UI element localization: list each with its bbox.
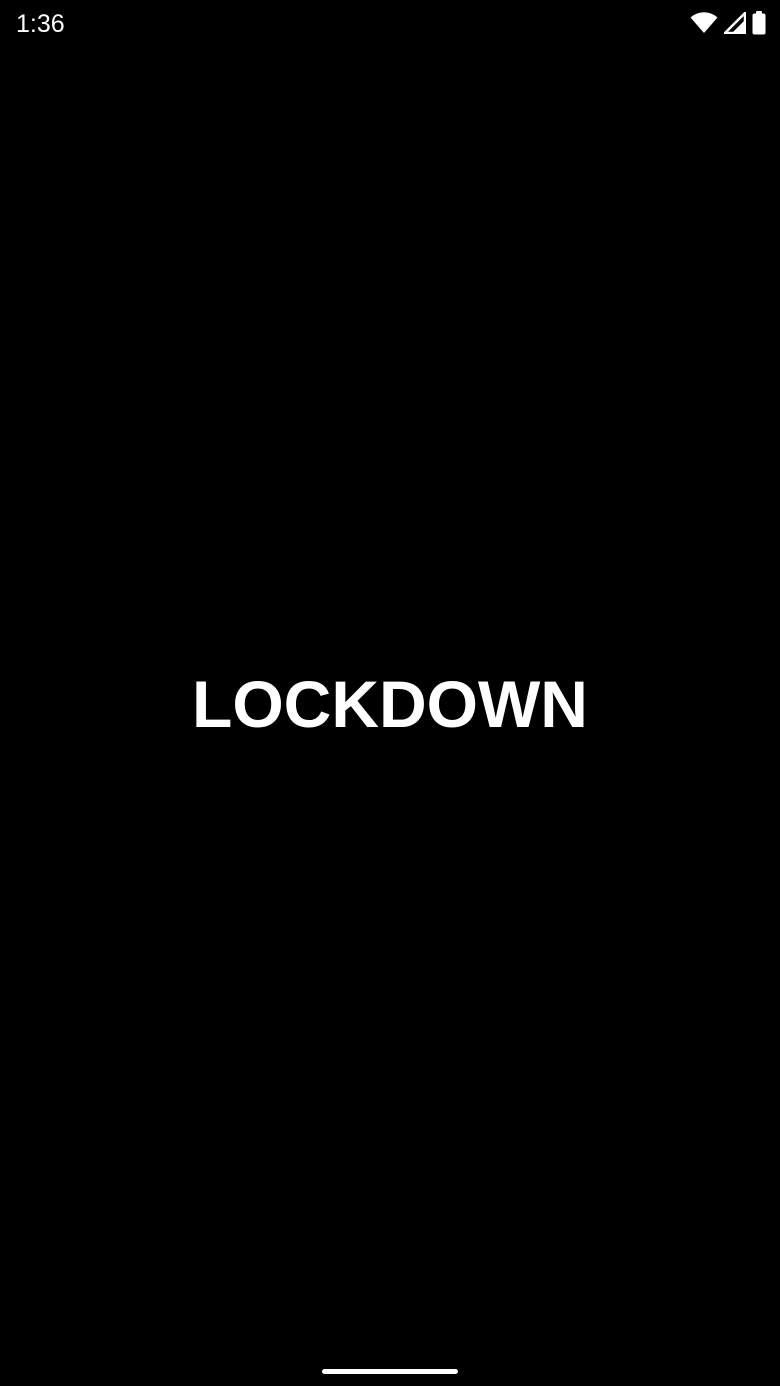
gesture-navigation-handle[interactable] bbox=[322, 1369, 458, 1374]
app-title: LOCKDOWN bbox=[192, 667, 588, 741]
status-icons bbox=[690, 11, 766, 35]
status-bar: 1:36 bbox=[0, 0, 780, 48]
splash-screen: 1:36 LOCKDOWN bbox=[0, 0, 780, 1386]
wifi-icon bbox=[690, 12, 718, 34]
cellular-signal-icon bbox=[724, 12, 746, 34]
battery-icon bbox=[752, 11, 766, 35]
status-time: 1:36 bbox=[16, 10, 65, 38]
